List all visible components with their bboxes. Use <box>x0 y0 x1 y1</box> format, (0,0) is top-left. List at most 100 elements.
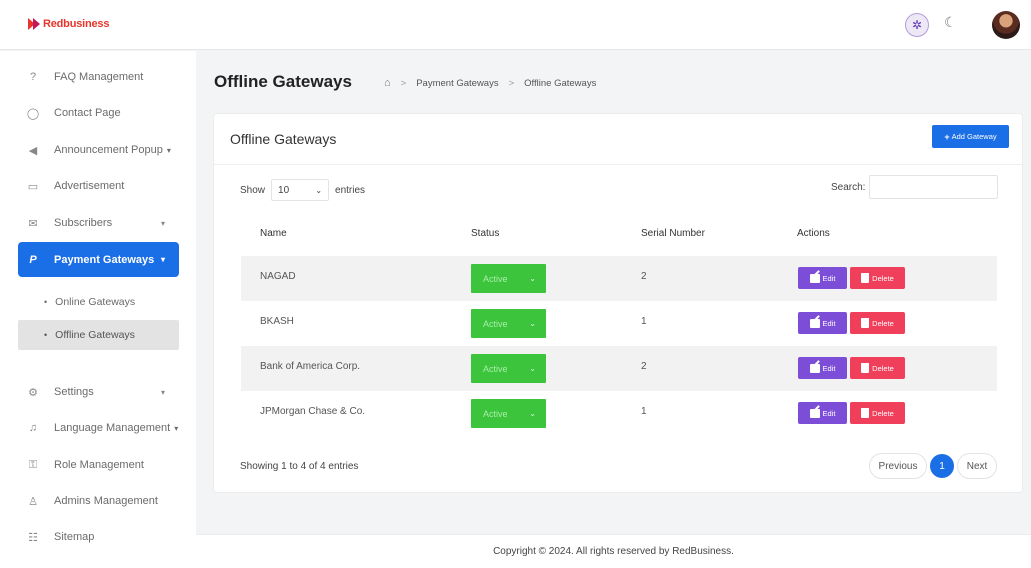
edit-label: Edit <box>822 318 836 328</box>
edit-button[interactable]: Edit <box>798 357 847 379</box>
page-number-button[interactable]: 1 <box>930 454 954 478</box>
entries-select[interactable]: 10 ⌄ <box>271 179 330 201</box>
sidebar-item-label: Announcement Popup <box>54 144 163 156</box>
moon-icon[interactable]: ☾ <box>944 14 957 31</box>
breadcrumb-item[interactable]: Payment Gateways <box>416 78 498 89</box>
brand-logo[interactable]: Redbusiness <box>28 18 109 30</box>
sidebar-subitem-label: Online Gateways <box>55 296 136 308</box>
avatar[interactable] <box>992 11 1020 39</box>
serial-number: 1 <box>641 406 647 417</box>
sidebar-item-announcement-popup[interactable]: ◀ Announcement Popup ▾ <box>18 133 179 167</box>
serial-number: 2 <box>641 271 647 282</box>
add-gateway-button[interactable]: + Add Gateway <box>932 125 1009 148</box>
sitemap-icon: ☷ <box>28 531 38 544</box>
delete-button[interactable]: Delete <box>850 267 905 289</box>
delete-label: Delete <box>872 408 894 418</box>
chevron-down-icon: ⌄ <box>529 319 536 328</box>
status-select[interactable]: Active ⌄ <box>471 309 546 338</box>
status-select[interactable]: Active ⌄ <box>471 399 546 428</box>
serial-number: 2 <box>641 361 647 372</box>
edit-icon <box>809 363 820 373</box>
trash-icon <box>861 273 870 283</box>
page-title: Offline Gateways <box>214 72 352 91</box>
sidebar-item-role-management[interactable]: ⚿ Role Management <box>18 448 179 482</box>
brand-name: Redbusiness <box>43 18 110 30</box>
sidebar-item-settings[interactable]: ⚙ Settings ▾ <box>18 375 179 409</box>
entries-value: 10 <box>278 184 290 196</box>
paypal-icon: P <box>29 253 37 266</box>
column-header-serial-number[interactable]: Serial Number <box>641 228 705 239</box>
column-header-status[interactable]: Status <box>471 228 499 239</box>
edit-button[interactable]: Edit <box>798 267 847 289</box>
delete-button[interactable]: Delete <box>850 312 905 334</box>
ad-icon: ▭ <box>27 180 39 193</box>
top-bar: Redbusiness ✲ ☾ <box>0 0 1031 50</box>
sidebar-item-subscribers[interactable]: ✉ Subscribers ▾ <box>18 206 179 240</box>
gateway-name: JPMorgan Chase & Co. <box>260 406 366 417</box>
sidebar-item-label: Advertisement <box>54 180 125 192</box>
column-header-actions[interactable]: Actions <box>797 228 830 239</box>
key-icon: ⚿ <box>28 458 38 471</box>
status-value: Active <box>483 408 508 419</box>
delete-label: Delete <box>872 273 894 283</box>
table-row: NAGAD Active ⌄ 2 Edit Delete <box>241 256 997 301</box>
delete-label: Delete <box>872 318 894 328</box>
column-header-name[interactable]: Name <box>260 228 287 239</box>
search-control: Search: <box>831 175 999 199</box>
next-page-button[interactable]: Next <box>957 453 997 479</box>
chevron-down-icon: ▾ <box>166 145 171 155</box>
entries-control: Show 10 ⌄ entries <box>240 179 365 201</box>
sidebar-item-label: Sitemap <box>54 531 95 543</box>
trash-icon <box>861 318 870 328</box>
sidebar-item-faq-management[interactable]: ? FAQ Management <box>18 60 179 94</box>
sidebar-subitem-offline-gateways[interactable]: • Offline Gateways <box>18 320 179 350</box>
breadcrumb-item: Offline Gateways <box>524 77 597 89</box>
chevron-down-icon: ⌄ <box>529 409 536 418</box>
sun-icon[interactable]: ✲ <box>905 13 929 37</box>
edit-button[interactable]: Edit <box>798 312 847 334</box>
delete-label: Delete <box>872 363 894 373</box>
search-input[interactable] <box>869 175 999 199</box>
breadcrumb: ⌂ > Payment Gateways > Offline Gateways <box>384 77 596 89</box>
language-icon: ♫ <box>28 422 38 434</box>
sidebar-item-contact-page[interactable]: ◯ Contact Page <box>18 96 179 130</box>
trash-icon <box>861 363 870 373</box>
entries-label: entries <box>335 184 366 196</box>
delete-button[interactable]: Delete <box>850 402 905 424</box>
copyright-text: Copyright © 2024. All rights reserved by… <box>493 546 734 557</box>
home-icon[interactable]: ⌂ <box>384 77 391 89</box>
gear-icon: ⚙ <box>28 386 38 399</box>
status-value: Active <box>483 363 508 374</box>
previous-page-button[interactable]: Previous <box>869 453 927 479</box>
bullet-icon: • <box>44 297 48 307</box>
gateway-name: BKASH <box>260 316 294 327</box>
sidebar-item-label: Language Management <box>54 422 171 434</box>
edit-label: Edit <box>822 273 836 283</box>
megaphone-icon: ◀ <box>28 144 38 157</box>
sidebar-item-label: Role Management <box>54 459 144 471</box>
edit-label: Edit <box>822 363 836 373</box>
plus-icon: + <box>944 131 950 142</box>
sidebar-item-advertisement[interactable]: ▭ Advertisement <box>18 169 179 203</box>
sidebar-item-payment-gateways[interactable]: P Payment Gateways ▾ <box>18 242 179 277</box>
table-row: JPMorgan Chase & Co. Active ⌄ 1 Edit Del… <box>241 391 997 436</box>
sidebar: ? FAQ Management ◯ Contact Page ◀ Announ… <box>0 51 196 568</box>
gateway-name: NAGAD <box>260 271 296 282</box>
trash-icon <box>861 408 870 418</box>
status-select[interactable]: Active ⌄ <box>471 264 546 293</box>
footer: Copyright © 2024. All rights reserved by… <box>196 534 1031 568</box>
sidebar-item-admins-management[interactable]: ♙ Admins Management <box>18 484 179 518</box>
status-select[interactable]: Active ⌄ <box>471 354 546 383</box>
sidebar-item-label: Admins Management <box>54 495 158 507</box>
chevron-down-icon: ▾ <box>174 423 179 433</box>
sidebar-subitem-online-gateways[interactable]: • Online Gateways <box>18 287 179 317</box>
sidebar-item-language-management[interactable]: ♫ Language Management ▾ <box>18 411 179 445</box>
delete-button[interactable]: Delete <box>850 357 905 379</box>
search-label: Search: <box>831 181 866 193</box>
logo-icon <box>28 18 41 30</box>
edit-icon <box>809 318 820 328</box>
edit-button[interactable]: Edit <box>798 402 847 424</box>
serial-number: 1 <box>641 316 647 327</box>
sidebar-item-sitemap[interactable]: ☷ Sitemap <box>18 520 179 554</box>
edit-icon <box>809 273 820 283</box>
